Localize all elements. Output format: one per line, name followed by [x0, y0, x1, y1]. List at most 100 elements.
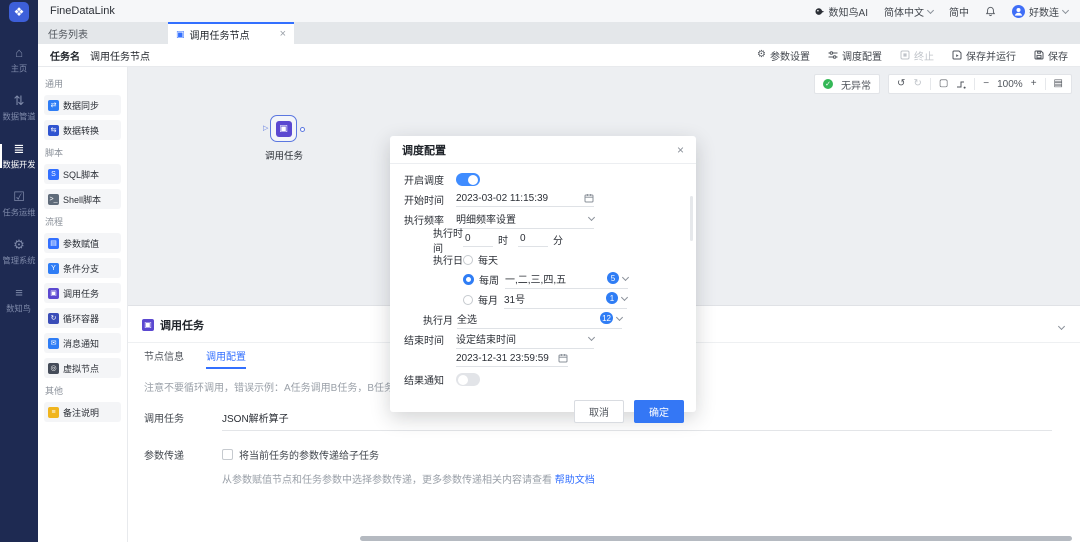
save-button[interactable]: 保存 — [1034, 48, 1068, 63]
modal-footer: 取消 确定 — [390, 393, 696, 433]
node-item-data-sync[interactable]: ⇄ 数据同步 — [44, 95, 121, 115]
daily-label: 每天 — [478, 252, 498, 267]
rail-item-home[interactable]: ⌂ 主页 — [0, 36, 38, 84]
connector-icon[interactable] — [956, 79, 966, 89]
node-item-data-transform[interactable]: ⇆ 数据转换 — [44, 120, 121, 140]
exec-month-select[interactable]: 全选 12 — [457, 311, 622, 329]
monthly-value: 31号 — [504, 291, 602, 306]
left-rail: ❖ ⌂ 主页 ⇅ 数据管道 ≣ 数据开发 ☑ 任务运维 ⚙ 管理系统 ≡ 数知鸟 — [0, 0, 38, 542]
weekly-radio[interactable] — [463, 274, 474, 285]
tab-call-task-node[interactable]: ▣ 调用任务节点 × — [168, 22, 294, 44]
exec-day-daily-row: 执行日 每天 — [433, 253, 682, 266]
start-time-label: 开始时间 — [404, 192, 456, 207]
end-time-mode-select[interactable]: 设定结束时间 — [456, 331, 594, 349]
modal-body: 开启调度 开始时间 2023-03-02 11:15:39 执行频率 明细频率设… — [390, 164, 696, 393]
start-time-input[interactable]: 2023-03-02 11:15:39 — [456, 193, 594, 207]
exec-month-label: 执行月 — [423, 312, 457, 327]
virtual-node-icon: ◎ — [48, 363, 59, 374]
node-item-sql-script[interactable]: S SQL脚本 — [44, 164, 121, 184]
help-doc-link[interactable]: 帮助文档 — [555, 475, 595, 486]
status-chip[interactable]: ✓ 无异常 — [814, 74, 880, 94]
output-port[interactable] — [300, 127, 305, 132]
calendar-icon[interactable] — [584, 193, 594, 203]
chevron-down-icon — [622, 273, 629, 280]
save-run-icon — [952, 50, 962, 60]
status-label: 无异常 — [841, 77, 871, 92]
rail-item-data-dev[interactable]: ≣ 数据开发 — [0, 132, 38, 180]
monthly-count-badge: 1 — [606, 292, 618, 304]
close-icon[interactable]: × — [280, 28, 286, 40]
helper-text: 从参数赋值节点和任务参数中选择参数传递，更多参数传递相关内容请查看 帮助文档 — [222, 471, 595, 486]
tab-task-list[interactable]: 任务列表 — [38, 22, 98, 44]
list-icon: ≡ — [15, 286, 23, 299]
node-item-virtual-node[interactable]: ◎ 虚拟节点 — [44, 358, 121, 378]
app-logo[interactable]: ❖ — [0, 0, 38, 24]
rail-item-label: 数据开发 — [2, 159, 35, 171]
rail-item-shuzhiniao[interactable]: ≡ 数知鸟 — [0, 276, 38, 324]
minimap-icon[interactable]: ▤ — [1054, 79, 1063, 89]
calendar-icon[interactable] — [558, 353, 568, 363]
stop-label: 终止 — [914, 48, 934, 63]
monthly-select[interactable]: 31号 1 — [504, 291, 627, 309]
zoom-out-icon[interactable]: − — [983, 79, 989, 89]
cancel-button[interactable]: 取消 — [574, 400, 624, 423]
rail-item-data-pipeline[interactable]: ⇅ 数据管道 — [0, 84, 38, 132]
save-and-run-button[interactable]: 保存并运行 — [952, 48, 1016, 63]
rail-item-admin[interactable]: ⚙ 管理系统 — [0, 228, 38, 276]
confirm-button[interactable]: 确定 — [634, 400, 684, 423]
call-task-icon: ▣ — [48, 288, 59, 299]
monthly-radio[interactable] — [463, 295, 473, 305]
start-time-row: 开始时间 2023-03-02 11:15:39 — [404, 193, 682, 206]
node-item-loop-container[interactable]: ↻ 循环容器 — [44, 308, 121, 328]
node-item-shell-script[interactable]: >_ Shell脚本 — [44, 189, 121, 209]
exec-month-row: 执行月 全选 12 — [423, 313, 682, 326]
exec-time-label: 执行时间 — [433, 225, 463, 255]
node-item-label: 循环容器 — [63, 312, 99, 325]
node-item-param-assign[interactable]: ▤ 参数赋值 — [44, 233, 121, 253]
frequency-select[interactable]: 明细频率设置 — [456, 211, 594, 229]
result-notify-toggle[interactable] — [456, 373, 480, 386]
save-label: 保存 — [1048, 48, 1068, 63]
fit-view-icon[interactable]: ▢ — [939, 79, 948, 89]
call-task-icon: ▣ — [142, 319, 154, 331]
user-menu[interactable]: 好数连 — [1012, 4, 1068, 19]
modal-scrollbar[interactable] — [690, 196, 693, 241]
schedule-config-button[interactable]: 调度配置 — [828, 48, 882, 63]
param-settings-button[interactable]: ⚙ 参数设置 — [757, 48, 810, 63]
close-icon[interactable]: × — [677, 144, 684, 156]
node-item-label: 消息通知 — [63, 337, 99, 350]
call-task-node[interactable]: ▷ ▣ — [270, 115, 297, 142]
node-item-message-notify[interactable]: ✉ 消息通知 — [44, 333, 121, 353]
end-time-input[interactable]: 2023-12-31 23:59:59 — [456, 353, 568, 367]
redo-icon[interactable]: ↻ — [913, 79, 921, 89]
param-pass-checkbox[interactable] — [222, 449, 233, 460]
ai-assistant-button[interactable]: 数知鸟AI — [814, 4, 868, 19]
shell-script-icon: >_ — [48, 194, 59, 205]
note-icon: ≡ — [48, 407, 59, 418]
chevron-down-icon[interactable] — [1057, 314, 1066, 336]
rail-item-task-ops[interactable]: ☑ 任务运维 — [0, 180, 38, 228]
zoom-in-icon[interactable]: + — [1031, 79, 1037, 89]
chevron-down-icon — [588, 213, 595, 220]
hour-unit: 时 — [498, 232, 508, 247]
language-selector[interactable]: 简体中文 — [884, 4, 933, 19]
tab-call-config[interactable]: 调用配置 — [206, 343, 246, 369]
horizontal-scrollbar[interactable] — [360, 536, 1072, 541]
condition-branch-icon: Y — [48, 263, 59, 274]
input-port[interactable]: ▷ — [263, 125, 268, 132]
exec-hour-input[interactable] — [463, 233, 493, 247]
tab-node-info[interactable]: 节点信息 — [144, 343, 184, 369]
exec-minute-input[interactable] — [518, 233, 548, 247]
chevron-down-icon — [621, 293, 628, 300]
daily-radio[interactable] — [463, 255, 473, 265]
node-item-condition-branch[interactable]: Y 条件分支 — [44, 258, 121, 278]
notify-label: 结果通知 — [404, 372, 456, 387]
chevron-down-icon — [1062, 6, 1069, 13]
node-item-note[interactable]: ≡ 备注说明 — [44, 402, 121, 422]
node-item-call-task[interactable]: ▣ 调用任务 — [44, 283, 121, 303]
undo-icon[interactable]: ↺ — [897, 79, 905, 89]
enable-schedule-toggle[interactable] — [456, 173, 480, 186]
weekly-select[interactable]: 一,二,三,四,五 5 — [505, 271, 628, 289]
section-title-flow: 流程 — [45, 215, 120, 228]
notification-bell-icon[interactable] — [985, 6, 996, 17]
